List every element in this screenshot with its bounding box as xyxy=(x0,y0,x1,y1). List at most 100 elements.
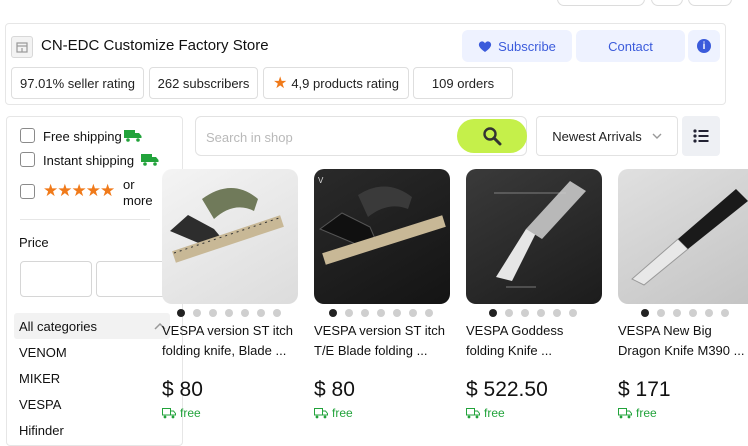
carousel-dot[interactable] xyxy=(721,309,729,317)
product-price: $ 80 xyxy=(162,378,203,401)
carousel-dot[interactable] xyxy=(257,309,265,317)
subscribe-button[interactable]: Subscribe xyxy=(462,30,572,62)
carousel-dot[interactable] xyxy=(329,309,337,317)
carousel-dot[interactable] xyxy=(193,309,201,317)
carousel-dot[interactable] xyxy=(425,309,433,317)
product-image[interactable] xyxy=(162,169,298,304)
image-carousel-dots[interactable] xyxy=(641,309,729,317)
chevron-down-icon xyxy=(652,133,662,139)
product-image[interactable] xyxy=(466,169,602,304)
seller-rating: 97.01% seller rating xyxy=(20,75,135,91)
search-input[interactable] xyxy=(206,128,446,146)
instant-shipping-label: Instant shipping xyxy=(43,153,135,168)
carousel-dot[interactable] xyxy=(377,309,385,317)
heart-icon xyxy=(478,40,492,52)
product-title[interactable]: VESPA Goddess folding Knife ... xyxy=(466,321,598,361)
product-title-line: Dragon Knife M390 ... xyxy=(618,343,745,358)
category-item-venom[interactable]: VENOM xyxy=(19,345,67,360)
carousel-dot[interactable] xyxy=(361,309,369,317)
top-button-stub[interactable] xyxy=(557,0,645,6)
free-shipping-label: Free shipping xyxy=(43,129,122,144)
rating-more-label: more xyxy=(123,193,153,208)
product-title-line: VESPA Goddess xyxy=(466,323,564,338)
truck-icon xyxy=(618,407,632,418)
shipping-label: free xyxy=(332,406,353,420)
carousel-dot[interactable] xyxy=(345,309,353,317)
carousel-dot[interactable] xyxy=(409,309,417,317)
product-image[interactable] xyxy=(618,169,748,304)
carousel-dot[interactable] xyxy=(537,309,545,317)
svg-text:V: V xyxy=(318,176,324,185)
truck-icon xyxy=(162,407,176,418)
knife-icon xyxy=(170,188,284,263)
search-button[interactable] xyxy=(457,119,527,153)
product-price: $ 80 xyxy=(314,378,355,401)
product-title-line: VESPA version ST itch xyxy=(162,323,294,338)
carousel-dot[interactable] xyxy=(553,309,561,317)
min-price-input[interactable] xyxy=(20,261,92,297)
truck-icon xyxy=(141,154,159,166)
carousel-dot[interactable] xyxy=(273,309,281,317)
contact-button[interactable]: Contact xyxy=(576,30,685,62)
carousel-dot[interactable] xyxy=(569,309,577,317)
carousel-dot[interactable] xyxy=(489,309,497,317)
product-title[interactable]: VESPA version ST itch T/E Blade folding … xyxy=(314,321,446,361)
category-item-vespa[interactable]: VESPA xyxy=(19,397,61,412)
image-carousel-dots[interactable] xyxy=(177,309,281,317)
shipping-info: free xyxy=(466,406,505,420)
all-categories-label: All categories xyxy=(19,319,98,334)
top-button-stub[interactable] xyxy=(688,0,732,6)
carousel-dot[interactable] xyxy=(225,309,233,317)
instant-shipping-checkbox[interactable] xyxy=(20,152,35,167)
carousel-dot[interactable] xyxy=(641,309,649,317)
rating-filter-checkbox[interactable] xyxy=(20,184,35,199)
shipping-label: free xyxy=(636,406,657,420)
store-logo-icon xyxy=(11,36,33,58)
carousel-dot[interactable] xyxy=(673,309,681,317)
contact-label: Contact xyxy=(608,38,653,54)
carousel-dot[interactable] xyxy=(505,309,513,317)
product-image[interactable]: V xyxy=(314,169,450,304)
product-title[interactable]: VESPA version ST itch folding knife, Bla… xyxy=(162,321,294,361)
category-item-miker[interactable]: MIKER xyxy=(19,371,60,386)
rating-stars-icon: ★★★★★ xyxy=(43,181,115,200)
sort-dropdown[interactable]: Newest Arrivals xyxy=(536,116,678,156)
star-icon: ★ xyxy=(272,75,288,92)
carousel-dot[interactable] xyxy=(209,309,217,317)
product-title-line: folding Knife ... xyxy=(466,343,552,358)
image-carousel-dots[interactable] xyxy=(329,309,433,317)
carousel-dot[interactable] xyxy=(689,309,697,317)
carousel-dot[interactable] xyxy=(657,309,665,317)
info-button[interactable]: i xyxy=(688,30,720,62)
info-icon: i xyxy=(697,39,711,53)
top-button-stub[interactable] xyxy=(651,0,683,6)
price-label: Price xyxy=(19,235,49,250)
image-carousel-dots[interactable] xyxy=(489,309,577,317)
carousel-dot[interactable] xyxy=(521,309,529,317)
list-view-button[interactable] xyxy=(682,116,720,156)
free-shipping-checkbox[interactable] xyxy=(20,128,35,143)
knife-icon xyxy=(631,189,748,286)
max-price-input[interactable] xyxy=(96,261,169,297)
carousel-dot[interactable] xyxy=(177,309,185,317)
shipping-info: free xyxy=(162,406,201,420)
knife-icon xyxy=(494,181,586,288)
products-rating-badge: ★ 4,9 products rating xyxy=(263,67,409,99)
store-name[interactable]: CN-EDC Customize Factory Store xyxy=(41,37,269,54)
product-title-line: VESPA version ST itch xyxy=(314,323,446,338)
sort-label: Newest Arrivals xyxy=(552,128,642,144)
subscribers-badge: 262 subscribers xyxy=(149,67,258,99)
subscribe-label: Subscribe xyxy=(498,38,556,54)
product-title-line: T/E Blade folding ... xyxy=(314,343,428,358)
carousel-dot[interactable] xyxy=(393,309,401,317)
carousel-dot[interactable] xyxy=(241,309,249,317)
carousel-dot[interactable] xyxy=(705,309,713,317)
product-price: $ 171 xyxy=(618,378,671,401)
divider xyxy=(20,219,150,220)
shipping-info: free xyxy=(618,406,657,420)
orders-badge: 109 orders xyxy=(413,67,513,99)
products-rating: 4,9 products rating xyxy=(291,75,400,91)
list-view-icon xyxy=(693,129,709,143)
product-title[interactable]: VESPA New Big Dragon Knife M390 ... xyxy=(618,321,748,361)
product-title-line: VESPA New Big xyxy=(618,323,712,338)
